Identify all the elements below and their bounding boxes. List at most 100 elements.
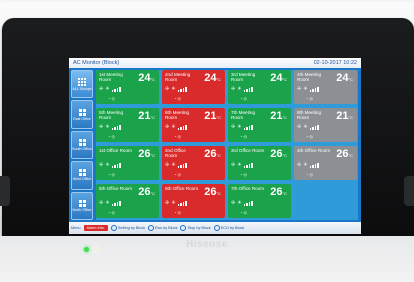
unit-status-icons: ✢ ☀ — [297, 86, 319, 92]
unit-temperature: 26°C — [270, 186, 287, 198]
temperature-value: 21 — [204, 110, 217, 122]
side-slot-right — [404, 176, 414, 206]
unit-tile[interactable]: 5th Meeting Room 21°C ✢ ☀ ◔ ◎ — [96, 108, 159, 142]
fan-icon: ✢ — [231, 162, 236, 168]
unit-name: 1st Office Room — [99, 148, 132, 153]
unit-tile[interactable]: 2nd Meeting Room 24°C ✢ ☀ ◔ ◎ — [162, 70, 225, 104]
unit-tile[interactable]: 1st Meeting Room 24°C ✢ ☀ ◔ ◎ — [96, 70, 159, 104]
sidebar-item-north-office[interactable]: North Office — [71, 191, 93, 221]
unit-tile[interactable]: 5th Office Room 26°C ✢ ☀ ◔ ◎ — [96, 184, 159, 218]
temperature-value: 26 — [138, 186, 151, 198]
sidebar-item-south-office[interactable]: South Office — [71, 130, 93, 160]
mode-icon: ☀ — [105, 124, 110, 130]
unit-temperature: 24°C — [336, 72, 353, 84]
run-by-block-button[interactable]: Run by Block — [148, 225, 177, 231]
mode-icon: ☀ — [237, 200, 242, 206]
sidebar-item-label: East Office — [73, 116, 91, 121]
temperature-value: 21 — [270, 110, 283, 122]
unit-temperature: 24°C — [204, 72, 221, 84]
temperature-unit: °C — [282, 191, 288, 196]
temperature-unit: °C — [348, 115, 354, 120]
sidebar-item-east-office[interactable]: East Office — [71, 100, 93, 129]
unit-tile[interactable]: 3rd Meeting Room 24°C ✢ ☀ ◔ ◎ — [228, 70, 291, 104]
eco-icon — [213, 225, 220, 231]
unit-tile[interactable]: 2nd Office Room 26°C ✢ ☀ ◔ ◎ — [162, 146, 225, 180]
unit-temperature: 21°C — [204, 110, 221, 122]
grid-icon — [78, 77, 86, 86]
unit-status-icons: ✢ ☀ — [165, 124, 187, 130]
menu-button[interactable]: Menu — [71, 226, 81, 230]
unit-flags-icons: ◔ ◎ — [108, 172, 116, 177]
unit-temperature: 21°C — [336, 110, 353, 122]
gear-icon — [110, 225, 117, 231]
mode-icon: ☀ — [171, 124, 176, 130]
unit-status-icons: ✢ ☀ — [231, 162, 253, 168]
mode-icon: ☀ — [237, 124, 242, 130]
mode-icon: ☀ — [105, 86, 110, 92]
temperature-value: 26 — [270, 186, 283, 198]
unit-flags-icons: ◔ ◎ — [240, 134, 248, 139]
unit-tile[interactable]: 6th Office Room 26°C ✢ ☀ ◔ ◎ — [162, 184, 225, 218]
unit-tile[interactable]: 8th Meeting Room 21°C ✢ ☀ ◔ ◎ — [294, 108, 357, 142]
setting-by-block-button[interactable]: Setting by Block — [110, 225, 145, 231]
unit-flags-icons: ◔ ◎ — [108, 96, 116, 101]
unit-name: 7th Office Room — [231, 186, 265, 191]
unit-tile[interactable]: 3rd Office Room 26°C ✢ ☀ ◔ ◎ — [228, 146, 291, 180]
fan-icon: ✢ — [231, 86, 236, 92]
unit-name: 8th Meeting Room — [297, 110, 322, 120]
unit-name: 3rd Office Room — [231, 148, 265, 153]
mode-icon: ☀ — [303, 162, 308, 168]
grid-icon — [78, 139, 86, 147]
unit-tile[interactable]: 7th Meeting Room 21°C ✢ ☀ ◔ ◎ — [228, 108, 291, 142]
stop-label: Stop by Block — [187, 226, 211, 230]
temperature-unit: °C — [216, 77, 222, 82]
grid-icon — [78, 169, 86, 177]
fan-icon: ✢ — [165, 124, 170, 130]
temperature-value: 24 — [204, 72, 217, 84]
mode-icon: ☀ — [303, 124, 308, 130]
alarm-info-button[interactable]: Alarm Info. — [83, 225, 108, 231]
unit-temperature: 26°C — [270, 148, 287, 160]
unit-flags-icons: ◔ ◎ — [174, 172, 182, 177]
unit-status-icons: ✢ ☀ — [297, 162, 319, 168]
fan-speed-icon — [111, 124, 121, 130]
unit-status-icons: ✢ ☀ — [165, 86, 187, 92]
fan-icon: ✢ — [99, 162, 104, 168]
temperature-value: 24 — [270, 72, 283, 84]
unit-tile[interactable]: 4th Office Room 26°C ✢ ☀ ◔ ◎ — [294, 146, 357, 180]
unit-name: 2nd Meeting Room — [165, 72, 191, 82]
unit-flags-icons: ◔ ◎ — [240, 96, 248, 101]
temperature-unit: °C — [282, 77, 288, 82]
unit-tile[interactable]: 1st Office Room 26°C ✢ ☀ ◔ ◎ — [96, 146, 159, 180]
fan-speed-icon — [177, 200, 187, 206]
temperature-value: 24 — [336, 72, 349, 84]
unit-name: 4th Meeting Room — [297, 72, 322, 82]
mode-icon: ☀ — [171, 162, 176, 168]
eco-by-block-button[interactable]: ECO by Block — [213, 225, 245, 231]
unit-status-icons: ✢ ☀ — [165, 162, 187, 168]
unit-tile[interactable]: 4th Meeting Room 24°C ✢ ☀ ◔ ◎ — [294, 70, 357, 104]
fan-speed-icon — [111, 162, 121, 168]
unit-status-icons: ✢ ☀ — [99, 86, 121, 92]
fan-speed-icon — [111, 86, 121, 92]
sidebar-item-west-office[interactable]: West Office — [71, 161, 93, 190]
stop-by-block-button[interactable]: Stop by Block — [180, 225, 211, 231]
fan-speed-icon — [309, 124, 319, 130]
temperature-value: 26 — [336, 148, 349, 160]
bottom-toolbar: Menu Alarm Info. Setting by Block Run by… — [69, 222, 361, 234]
fan-speed-icon — [243, 86, 253, 92]
unit-temperature: 24°C — [270, 72, 287, 84]
mode-icon: ☀ — [171, 200, 176, 206]
unit-tile[interactable]: 6th Meeting Room 21°C ✢ ☀ ◔ ◎ — [162, 108, 225, 142]
unit-name: 6th Meeting Room — [165, 110, 190, 120]
temperature-unit: °C — [348, 77, 354, 82]
sidebar-item-all-groups[interactable]: ALL Groups — [71, 70, 93, 99]
fan-icon: ✢ — [165, 200, 170, 206]
temperature-value: 21 — [138, 110, 151, 122]
fan-speed-icon — [111, 200, 121, 206]
unit-name: 5th Office Room — [99, 186, 133, 191]
eco-label: ECO by Block — [220, 226, 245, 230]
temperature-unit: °C — [282, 115, 288, 120]
unit-tile[interactable]: 7th Office Room 26°C ✢ ☀ ◔ ◎ — [228, 184, 291, 218]
unit-flags-icons: ◔ ◎ — [174, 96, 182, 101]
